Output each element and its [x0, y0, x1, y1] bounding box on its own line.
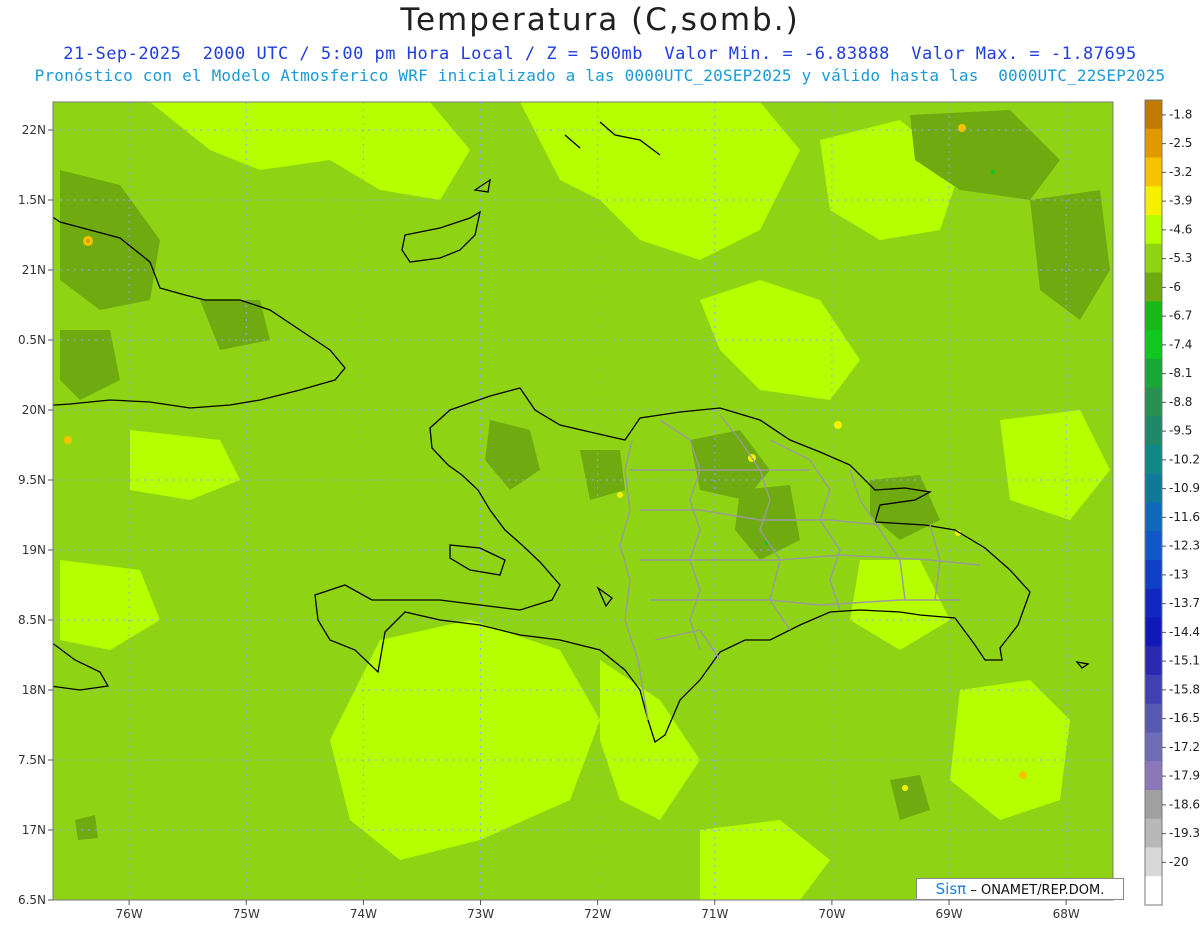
colorbar-swatch [1145, 531, 1162, 561]
lon-tick-label: 73W [467, 907, 494, 921]
colorbar-label: -6.7 [1169, 309, 1192, 323]
colorbar-swatch [1145, 732, 1162, 762]
colorbar-swatch [1145, 100, 1162, 130]
colorbar-swatch [1145, 675, 1162, 705]
colorbar-label: -17.2 [1169, 740, 1200, 754]
lon-tick-label: 72W [584, 907, 611, 921]
lon-tick-label: 68W [1053, 907, 1080, 921]
lat-tick-label: 7.5N [18, 753, 46, 767]
colorbar-swatch [1145, 703, 1162, 733]
colorbar: -1.8 -2.5 -3.2 -3.9 -4.6 -5.3 -6 -6.7 -7.4 -8.1 -8… [1144, 99, 1200, 906]
colorbar-label: -12.3 [1169, 539, 1200, 553]
colorbar-swatch [1145, 847, 1162, 877]
lon-tick-label: 69W [935, 907, 962, 921]
colorbar-label: -5.3 [1169, 251, 1192, 265]
colorbar-swatch [1145, 445, 1162, 475]
colorbar-swatch [1145, 358, 1162, 388]
lat-tick-label: 1.5N [18, 193, 46, 207]
colorbar-swatch [1145, 617, 1162, 647]
colorbar-swatch [1145, 761, 1162, 791]
colorbar-swatch [1145, 128, 1162, 158]
colorbar-label: -17.9 [1169, 769, 1200, 783]
colorbar-label: -1.8 [1169, 107, 1192, 121]
colorbar-label: -18.6 [1169, 797, 1200, 811]
colorbar-swatch [1145, 243, 1162, 273]
lon-tick-label: 71W [701, 907, 728, 921]
colorbar-label: -10.9 [1169, 481, 1200, 495]
colorbar-swatch [1145, 588, 1162, 618]
temperature-field [53, 102, 1113, 900]
colorbar-label: -8.1 [1169, 366, 1192, 380]
lon-tick-label: 75W [233, 907, 260, 921]
colorbar-label: -16.5 [1169, 711, 1200, 725]
colorbar-swatch [1145, 330, 1162, 360]
colorbar-swatch [1145, 272, 1162, 302]
colorbar-swatch [1145, 387, 1162, 417]
colorbar-swatch [1145, 416, 1162, 446]
lat-tick-label: 18N [22, 683, 46, 697]
colorbar-swatch [1145, 818, 1162, 848]
lon-tick-label: 74W [350, 907, 377, 921]
credit-badge: Sisπ – ONAMET/REP.DOM. [916, 878, 1124, 900]
lat-tick-label: 21N [22, 263, 46, 277]
colorbar-label: -15.1 [1169, 654, 1200, 668]
colorbar-swatch [1145, 646, 1162, 676]
colorbar-label: -3.2 [1169, 165, 1192, 179]
lat-tick-label: 17N [22, 823, 46, 837]
lat-tick-label: 9.5N [18, 473, 46, 487]
colorbar-label: -19.3 [1169, 826, 1200, 840]
latitude-axis: 22N 1.5N 21N 0.5N 20N 9.5N 19N 8.5N 18N 7.5N 17N 6.… [18, 123, 53, 907]
sispi-logo: Sisπ [935, 880, 967, 898]
colorbar-label: -15.8 [1169, 682, 1200, 696]
longitude-axis: 76W 75W 74W 73W 72W 71W 70W 69W 68W [116, 900, 1080, 921]
temperature-map: 22N 1.5N 21N 0.5N 20N 9.5N 19N 8.5N 18N 7.5N 17N 6.… [18, 99, 1200, 921]
colorbar-swatch [1145, 876, 1162, 906]
lat-tick-label: 20N [22, 403, 46, 417]
colorbar-label: -2.5 [1169, 136, 1192, 150]
colorbar-label: -4.6 [1169, 222, 1192, 236]
colorbar-swatch [1145, 790, 1162, 820]
lon-tick-label: 70W [818, 907, 845, 921]
colorbar-label: -7.4 [1169, 337, 1192, 351]
lat-tick-label: 6.5N [18, 893, 46, 907]
colorbar-label: -3.9 [1169, 194, 1192, 208]
colorbar-label: -8.8 [1169, 395, 1192, 409]
colorbar-label: -20 [1169, 855, 1189, 869]
lat-tick-label: 22N [22, 123, 46, 137]
colorbar-swatch [1145, 502, 1162, 532]
lat-tick-label: 8.5N [18, 613, 46, 627]
credit-text: – ONAMET/REP.DOM. [970, 883, 1105, 898]
colorbar-swatch [1145, 301, 1162, 331]
colorbar-swatch [1145, 157, 1162, 187]
colorbar-label: -9.5 [1169, 424, 1192, 438]
colorbar-label: -13.7 [1169, 596, 1200, 610]
colorbar-swatch [1145, 215, 1162, 245]
colorbar-label: -11.6 [1169, 510, 1200, 524]
lat-tick-label: 0.5N [18, 333, 46, 347]
colorbar-swatch [1145, 560, 1162, 590]
colorbar-label: -10.2 [1169, 452, 1200, 466]
lon-tick-label: 76W [116, 907, 143, 921]
colorbar-label: -13 [1169, 567, 1189, 581]
colorbar-swatch [1145, 473, 1162, 503]
lat-tick-label: 19N [22, 543, 46, 557]
colorbar-swatch [1145, 186, 1162, 216]
colorbar-label: -14.4 [1169, 625, 1200, 639]
colorbar-label: -6 [1169, 280, 1181, 294]
